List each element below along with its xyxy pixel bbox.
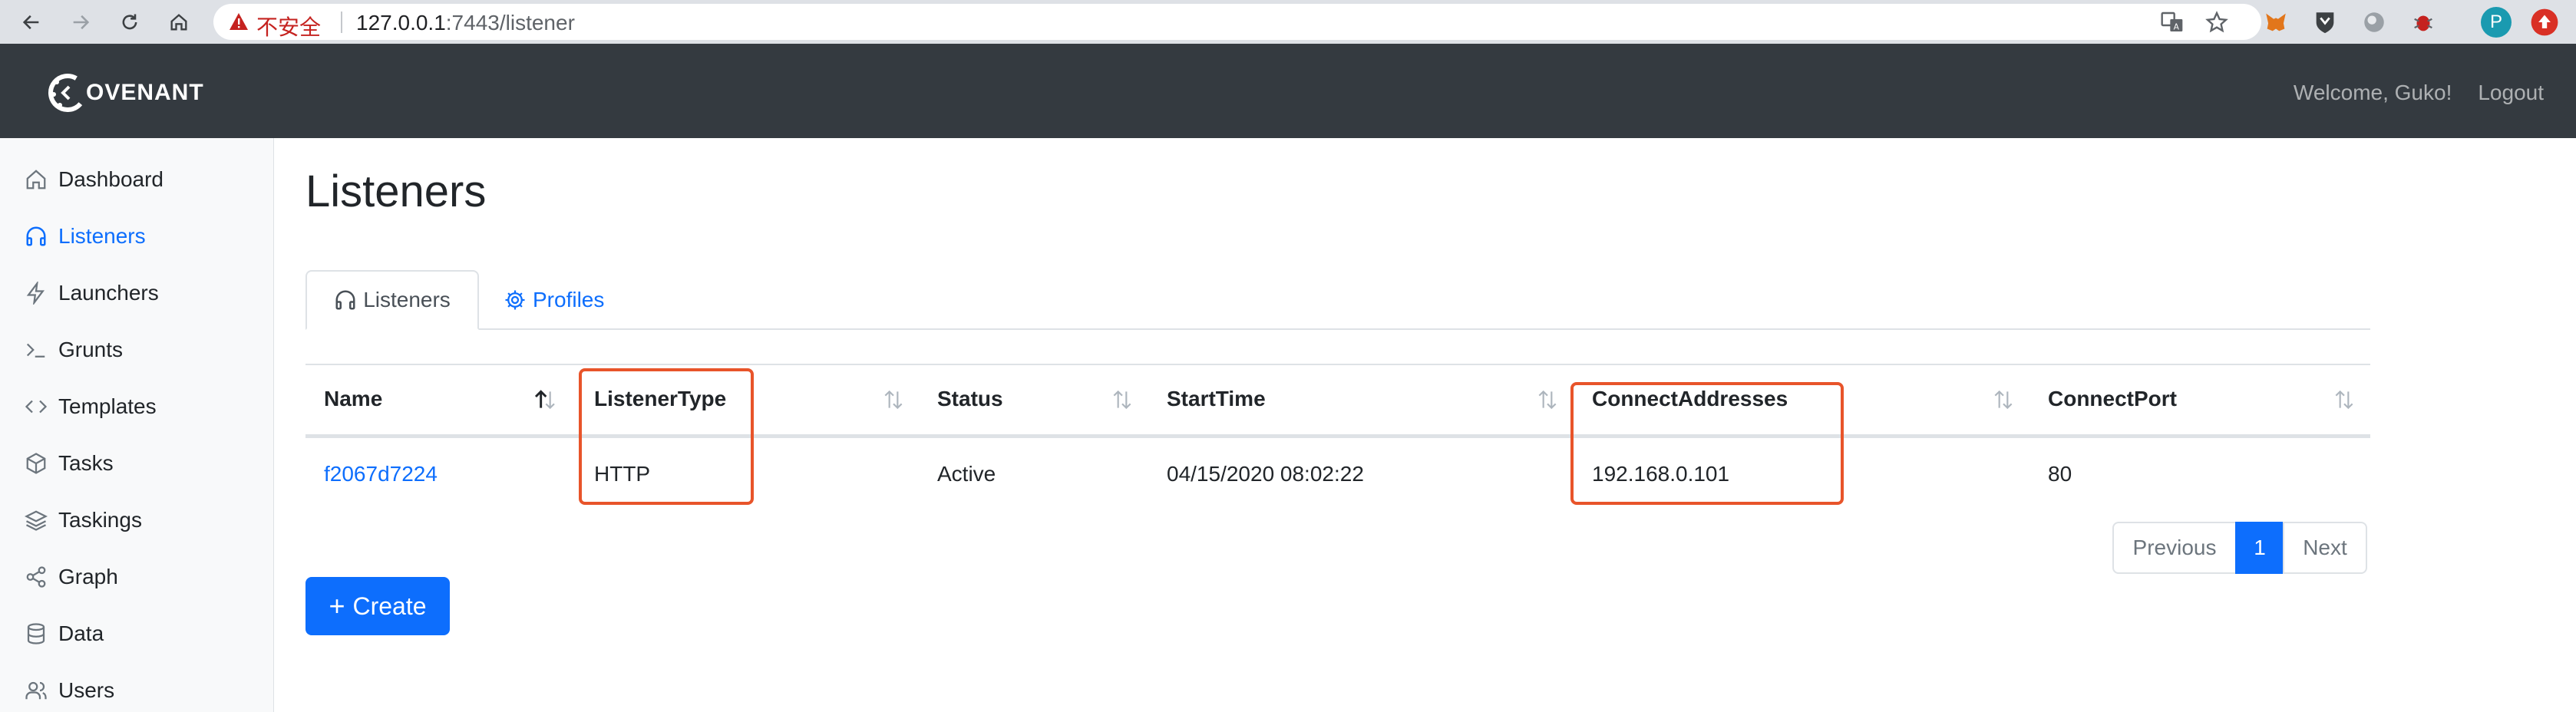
top-navbar: OVENANT Welcome, Guko! Logout xyxy=(0,44,2576,138)
svg-text:A: A xyxy=(2174,21,2180,31)
sidebar-item-label: Grunts xyxy=(58,338,124,361)
next-page-button[interactable]: Next xyxy=(2283,522,2367,574)
share-icon xyxy=(26,566,46,588)
database-icon xyxy=(27,623,45,644)
headphones-icon xyxy=(335,290,355,310)
pagination: Previous 1 Next xyxy=(2112,522,2367,574)
url-divider xyxy=(341,12,342,33)
sidebar-item-dashboard[interactable]: Dashboard xyxy=(25,164,163,195)
tab-profiles[interactable]: Profiles xyxy=(504,270,604,330)
sidebar-item-launchers[interactable]: Launchers xyxy=(25,278,159,308)
globe-extension-icon[interactable] xyxy=(2361,9,2387,35)
sort-icon[interactable] xyxy=(1535,387,1560,412)
home-icon xyxy=(170,14,187,31)
create-listener-button[interactable]: + Create xyxy=(305,577,450,635)
arrow-left-icon xyxy=(22,15,39,30)
sidebar-item-taskings[interactable]: Taskings xyxy=(25,505,142,536)
sidebar-item-tasks[interactable]: Tasks xyxy=(25,448,114,479)
back-button[interactable] xyxy=(15,6,48,38)
sidebar-item-label: Data xyxy=(58,621,104,645)
tabs-divider xyxy=(305,328,2370,330)
star-icon[interactable] xyxy=(2204,10,2229,35)
home-button[interactable] xyxy=(163,6,195,38)
users-icon xyxy=(25,681,47,700)
tab-label: Profiles xyxy=(533,288,605,312)
home-icon xyxy=(26,170,46,190)
column-header-status[interactable]: Status xyxy=(937,387,1003,411)
sidebar-item-data[interactable]: Data xyxy=(25,618,104,649)
metamask-extension-icon[interactable] xyxy=(2263,9,2289,35)
bug-extension-icon[interactable] xyxy=(2410,9,2436,35)
sidebar-item-users[interactable]: Users xyxy=(25,675,114,706)
column-header-connectport[interactable]: ConnectPort xyxy=(2048,387,2177,411)
logout-link[interactable]: Logout xyxy=(2478,81,2544,105)
shield-extension-icon[interactable] xyxy=(2312,9,2338,35)
sidebar-item-label: Tasks xyxy=(58,451,114,475)
navbar-user-area: Welcome, Guko! Logout xyxy=(2294,81,2544,105)
insecure-label: 不安全 xyxy=(256,15,322,39)
profile-avatar[interactable]: P xyxy=(2481,7,2512,38)
sidebar-item-label: Dashboard xyxy=(58,167,163,191)
table-top-border xyxy=(305,364,2370,365)
sidebar: Dashboard Listeners Launchers Grunts Tem… xyxy=(0,138,274,712)
browser-toolbar: 不安全 127.0.0.1:7443/listener A P xyxy=(0,0,2576,44)
gear-icon xyxy=(505,290,525,310)
highlight-box-listenertype xyxy=(579,368,754,505)
plus-icon: + xyxy=(329,590,345,621)
update-icon[interactable] xyxy=(2530,8,2559,37)
lightning-icon xyxy=(26,282,45,305)
sidebar-item-graph[interactable]: Graph xyxy=(25,562,118,592)
sort-icon[interactable] xyxy=(2332,387,2356,412)
highlight-box-connectaddresses xyxy=(1570,382,1844,505)
sidebar-item-label: Templates xyxy=(58,394,157,418)
tab-label: Listeners xyxy=(363,288,451,312)
page-1-button[interactable]: 1 xyxy=(2235,522,2284,574)
sidebar-item-label: Taskings xyxy=(58,508,142,532)
sort-icon[interactable] xyxy=(881,387,906,412)
brand-logo-link[interactable]: OVENANT xyxy=(46,71,204,114)
sort-icon[interactable] xyxy=(1991,387,2016,412)
warning-icon xyxy=(230,13,248,30)
welcome-link[interactable]: Welcome, Guko! xyxy=(2294,81,2452,105)
code-icon xyxy=(25,400,48,414)
cell-status: Active xyxy=(937,462,996,486)
sidebar-item-listeners[interactable]: Listeners xyxy=(25,221,146,252)
column-header-starttime[interactable]: StartTime xyxy=(1167,387,1266,411)
sidebar-item-templates[interactable]: Templates xyxy=(25,391,157,422)
address-bar[interactable]: 不安全 127.0.0.1:7443/listener A xyxy=(213,4,2261,40)
covenant-logo-icon xyxy=(48,74,87,112)
arrow-right-icon xyxy=(73,15,90,30)
page-title: Listeners xyxy=(305,166,487,216)
listener-name-link[interactable]: f2067d7224 xyxy=(324,462,438,486)
url-host: 127.0.0.1 xyxy=(356,11,446,35)
tab-listeners[interactable]: Listeners xyxy=(305,270,479,330)
reload-button[interactable] xyxy=(114,6,146,38)
layers-icon xyxy=(25,510,48,531)
create-label: Create xyxy=(352,592,427,620)
sort-ascending-icon[interactable] xyxy=(533,387,557,412)
sidebar-item-label: Listeners xyxy=(58,224,146,248)
reload-icon xyxy=(122,14,137,30)
forward-button[interactable] xyxy=(64,6,97,38)
url-text[interactable]: 127.0.0.1:7443/listener xyxy=(356,11,575,35)
sidebar-item-label: Launchers xyxy=(58,281,159,305)
sort-icon[interactable] xyxy=(1110,387,1134,412)
headphones-icon xyxy=(26,226,46,246)
terminal-icon xyxy=(26,343,45,358)
cell-starttime: 04/15/2020 08:02:22 xyxy=(1167,462,1364,486)
sidebar-item-grunts[interactable]: Grunts xyxy=(25,335,123,365)
column-header-name[interactable]: Name xyxy=(324,387,382,411)
cell-connectport: 80 xyxy=(2048,462,2072,486)
sidebar-item-label: Users xyxy=(58,678,115,702)
box-icon xyxy=(26,453,46,474)
brand-name: OVENANT xyxy=(86,80,204,105)
sidebar-item-label: Graph xyxy=(58,565,118,588)
url-path: :7443/listener xyxy=(445,11,575,35)
previous-page-button[interactable]: Previous xyxy=(2112,522,2237,574)
translate-icon[interactable]: A xyxy=(2160,10,2185,35)
